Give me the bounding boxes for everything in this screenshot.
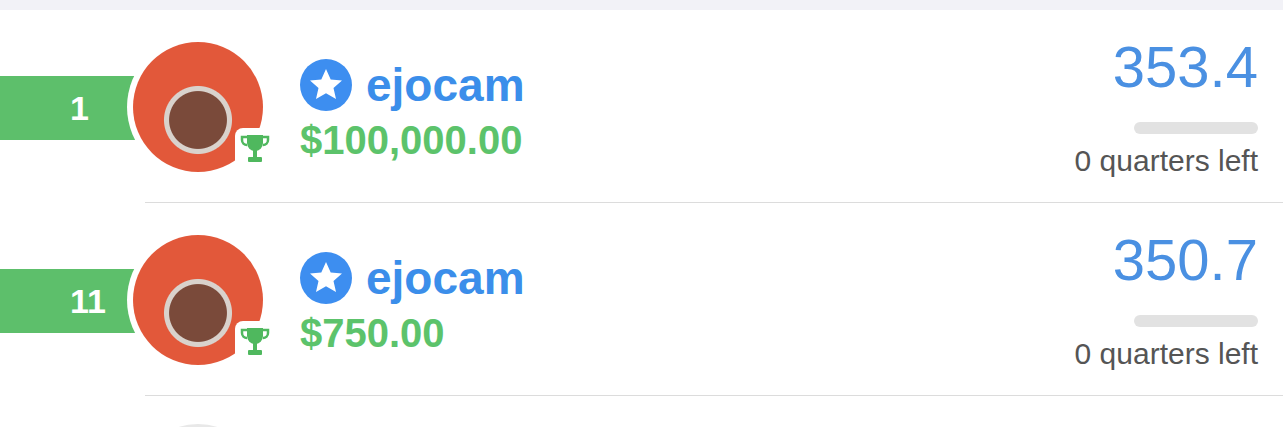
quarters-left: 0 quarters left: [1075, 337, 1258, 371]
avatar[interactable]: [127, 36, 269, 178]
username[interactable]: ejocam: [366, 251, 525, 305]
score: 350.7: [1113, 228, 1258, 292]
avatar[interactable]: [127, 229, 269, 371]
trophy-icon: [235, 321, 275, 361]
score-panel: 350.7 0 quarters left: [1075, 228, 1283, 372]
quarters-left: 0 quarters left: [1075, 144, 1258, 178]
verified-star-icon: [300, 252, 352, 304]
verified-star-icon: [300, 59, 352, 111]
top-strip: [0, 0, 1283, 10]
prize-amount: $750.00: [300, 311, 525, 356]
rank-badge: 11: [0, 269, 140, 333]
rank-badge: 1: [0, 76, 140, 140]
name-line: ejocam: [300, 251, 525, 305]
progress-track: [1134, 315, 1258, 327]
score-panel: 353.4 0 quarters left: [1075, 35, 1283, 179]
avatar: [133, 424, 263, 427]
leaderboard-row[interactable]: 1 ejocam $100,000.00 353.4 0 quarters left: [0, 10, 1283, 203]
leaderboard-row[interactable]: 11 ejocam $750.00 350.7 0 quarters left: [0, 203, 1283, 396]
user-info: ejocam $100,000.00: [300, 50, 525, 163]
user-info: ejocam $750.00: [300, 243, 525, 356]
progress-track: [1134, 122, 1258, 134]
username[interactable]: ejocam: [366, 58, 525, 112]
name-line: ejocam: [300, 58, 525, 112]
next-row: [0, 396, 1283, 427]
score: 353.4: [1113, 35, 1258, 99]
trophy-icon: [235, 128, 275, 168]
leaderboard: 1ejocam$100,000.00353.40 quarters left11…: [0, 10, 1283, 427]
prize-amount: $100,000.00: [300, 118, 525, 163]
